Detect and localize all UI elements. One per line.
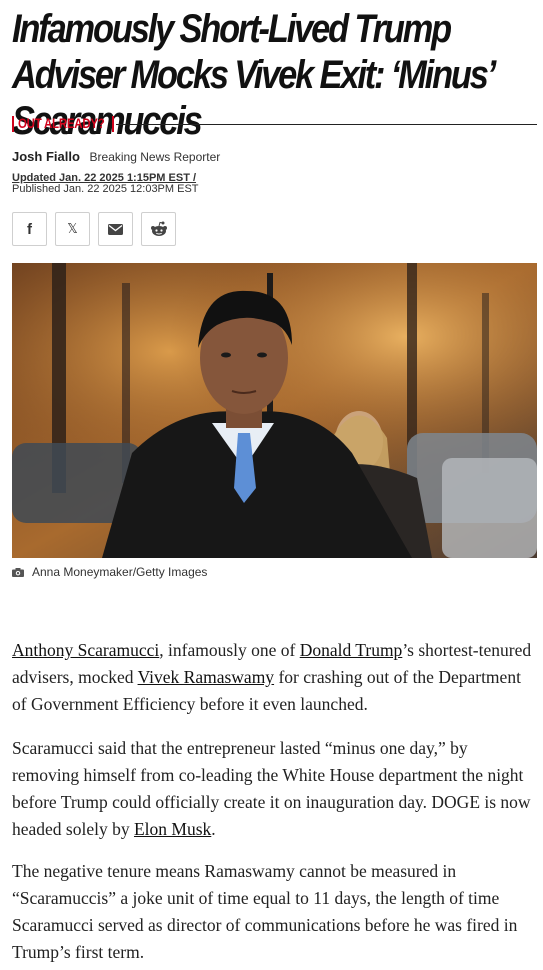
photo-illustration — [12, 263, 537, 558]
p2-text-2: . — [211, 819, 216, 839]
byline: Josh Fiallo Breaking News Reporter — [12, 149, 220, 164]
reddit-icon — [150, 221, 167, 236]
rubric-row: OUT ALREADY? — [12, 112, 537, 134]
share-facebook-button[interactable]: f — [12, 212, 47, 246]
rubric-divider-left — [12, 116, 14, 132]
photo-credit: Anna Moneymaker/Getty Images — [32, 565, 208, 579]
camera-icon — [12, 567, 24, 577]
rubric-divider-right — [112, 116, 114, 132]
email-icon — [108, 223, 123, 235]
rubric-label[interactable]: OUT ALREADY? — [18, 115, 105, 131]
article-dates: Updated Jan. 22 2025 1:15PM EST / Publis… — [12, 173, 199, 195]
share-email-button[interactable] — [98, 212, 133, 246]
author-role: Breaking News Reporter — [89, 150, 221, 164]
article-photo[interactable] — [12, 263, 537, 558]
p1-text-1: , infamously one of — [159, 640, 300, 660]
share-reddit-button[interactable] — [141, 212, 176, 246]
link-vivek-ramaswamy[interactable]: Vivek Ramaswamy — [138, 667, 275, 687]
link-elon-musk[interactable]: Elon Musk — [134, 819, 211, 839]
article-paragraph-1: Anthony Scaramucci, infamously one of Do… — [12, 637, 537, 718]
photo-caption: Anna Moneymaker/Getty Images — [12, 565, 207, 579]
p2-text-1: Scaramucci said that the entrepreneur la… — [12, 738, 531, 839]
link-donald-trump[interactable]: Donald Trump — [300, 640, 403, 660]
rubric-rule — [116, 124, 537, 125]
link-anthony-scaramucci[interactable]: Anthony Scaramucci — [12, 640, 159, 660]
article-paragraph-2: Scaramucci said that the entrepreneur la… — [12, 735, 537, 843]
facebook-icon: f — [27, 220, 32, 238]
share-x-button[interactable]: 𝕏 — [55, 212, 90, 246]
article-paragraph-3: The negative tenure means Ramaswamy cann… — [12, 861, 518, 962]
x-icon: 𝕏 — [67, 221, 78, 237]
author-name[interactable]: Josh Fiallo — [12, 149, 80, 164]
published-date: Published Jan. 22 2025 12:03PM EST — [12, 183, 199, 195]
